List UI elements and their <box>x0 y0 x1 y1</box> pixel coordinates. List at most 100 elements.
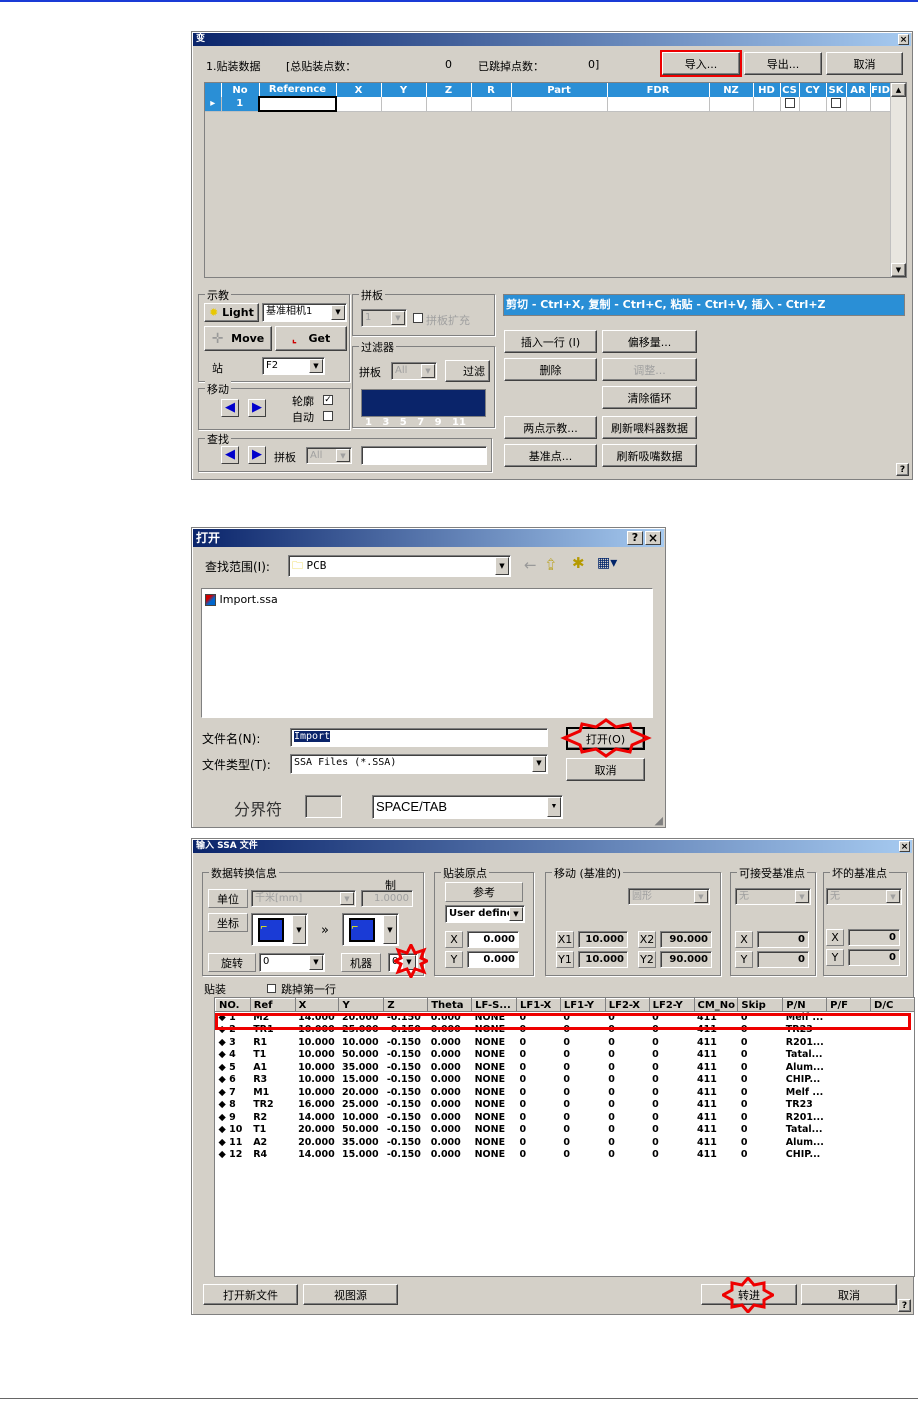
column-header[interactable]: HD <box>753 83 781 97</box>
column-header[interactable]: Y <box>381 83 427 97</box>
column-header[interactable]: No <box>221 83 260 97</box>
help-button[interactable]: ? <box>627 531 643 545</box>
column-header[interactable]: Theta <box>427 998 473 1012</box>
bad-x-input[interactable]: 0 <box>848 929 900 946</box>
view-menu-icon[interactable]: ▦▾ <box>597 555 617 571</box>
scroll-down-icon[interactable]: ▼ <box>891 263 906 277</box>
column-header[interactable]: NZ <box>709 83 754 97</box>
placement-grid[interactable]: No Reference X Y Z R Part FDR NZ HD CS CY SK AR FID ▸ … <box>204 82 907 278</box>
rotate-select[interactable]: 0 ▼ <box>259 953 325 972</box>
cell-fid[interactable] <box>870 97 892 112</box>
table-row[interactable]: ◆ 7 M1 10.000 20.000 -0.150 0.000 NONE 0 0 0 0 411 0… <box>216 1087 915 1100</box>
cell-ar[interactable] <box>846 97 871 112</box>
cell-cs[interactable] <box>780 97 800 112</box>
help-button[interactable]: ? <box>898 1299 911 1312</box>
close-button[interactable]: × <box>899 841 910 852</box>
cell-r[interactable] <box>471 97 512 112</box>
bad-y-input[interactable]: 0 <box>848 949 900 966</box>
outline-checkbox[interactable]: ✓ <box>323 395 333 405</box>
scale-input[interactable]: 1.0000 <box>361 890 413 907</box>
column-header[interactable]: FDR <box>607 83 710 97</box>
panel-select[interactable]: 1 ▼ <box>361 309 407 327</box>
refresh-nozzle-button[interactable]: 刷新吸嘴数据 <box>602 444 697 467</box>
find-next-arrow-icon[interactable]: ▶ <box>248 446 266 464</box>
cell-x[interactable] <box>336 97 382 112</box>
table-row[interactable]: ◆ 5 A1 10.000 35.000 -0.150 0.000 NONE 0 0 0 0 411 0… <box>216 1062 915 1075</box>
cell-z[interactable] <box>426 97 472 112</box>
column-header[interactable]: Reference <box>259 83 337 97</box>
unit-select[interactable]: 千米[mm] ▼ <box>251 890 356 907</box>
column-header[interactable]: LF2-X <box>604 998 650 1012</box>
fiducial-button[interactable]: 基准点... <box>504 444 597 467</box>
column-header[interactable]: Part <box>511 83 608 97</box>
help-button[interactable]: ? <box>896 463 909 476</box>
origin-x-input[interactable]: 0.000 <box>467 931 519 948</box>
sk-checkbox[interactable] <box>831 98 841 109</box>
offset-button[interactable]: 偏移量... <box>602 330 697 353</box>
table-row[interactable]: ◆ 3 R1 10.000 10.000 -0.150 0.000 NONE 0 0 0 0 411 0… <box>216 1037 915 1050</box>
acceptable-fiducial-select[interactable]: 无 ▼ <box>735 888 811 905</box>
column-header[interactable]: R <box>471 83 512 97</box>
move-button[interactable]: ✛ Move <box>204 326 272 351</box>
camera-select[interactable]: 基准相机1 ▼ <box>262 303 347 322</box>
station-select[interactable]: F2 ▼ <box>262 357 325 375</box>
filetype-select[interactable]: SSA Files (*.SSA) ▼ <box>290 754 548 774</box>
two-point-teach-button[interactable]: 两点示教... <box>504 416 597 439</box>
table-row[interactable]: ◆ 4 T1 10.000 50.000 -0.150 0.000 NONE 0 0 0 0 411 0… <box>216 1049 915 1062</box>
delete-button[interactable]: 删除 <box>504 358 597 381</box>
column-header[interactable]: LF2-Y <box>648 998 695 1012</box>
refresh-feeder-button[interactable]: 刷新喂料器数据 <box>602 416 697 439</box>
filename-input[interactable]: Import <box>290 728 548 747</box>
panel-expand-checkbox[interactable] <box>413 313 423 323</box>
delimiter-char-input[interactable] <box>305 795 342 818</box>
acceptable-y-input[interactable]: 0 <box>757 951 809 968</box>
y1-input[interactable]: 10.000 <box>578 951 628 968</box>
column-header[interactable]: Z <box>383 998 429 1012</box>
column-header[interactable]: X <box>336 83 382 97</box>
move-right-arrow-icon[interactable]: ▶ <box>248 399 266 417</box>
column-header[interactable]: P/F <box>826 998 872 1012</box>
adjust-button[interactable]: 调整... <box>602 358 697 381</box>
file-list[interactable]: Import.ssa <box>201 588 653 718</box>
auto-checkbox[interactable] <box>323 411 333 421</box>
vertical-scrollbar[interactable]: ▲ ▼ <box>890 83 906 277</box>
table-row[interactable]: ◆ 9 R2 14.000 10.000 -0.150 0.000 NONE 0 0 0 0 411 0… <box>216 1112 915 1125</box>
insert-row-button[interactable]: 插入一行 (I) <box>504 330 597 353</box>
cell-cy[interactable] <box>799 97 827 112</box>
back-arrow-icon[interactable]: ← <box>524 556 537 574</box>
open-button[interactable]: 打开(O) <box>566 727 645 750</box>
table-row[interactable]: ◆ 8 TR2 16.000 25.000 -0.150 0.000 NONE 0 0 0 0 411… <box>216 1099 915 1112</box>
cancel-button[interactable]: 取消 <box>566 758 645 781</box>
cs-checkbox[interactable] <box>784 98 795 109</box>
column-header[interactable]: NO. <box>215 998 251 1012</box>
look-in-select[interactable]: 🗀 PCB ▼ <box>288 555 511 577</box>
cell-nz[interactable] <box>709 97 754 112</box>
column-header[interactable]: D/C <box>870 998 914 1012</box>
view-source-button[interactable]: 视图源 <box>303 1284 398 1305</box>
cell-fdr[interactable] <box>607 97 710 112</box>
light-button[interactable]: ✹ Light <box>204 303 259 322</box>
x2-input[interactable]: 90.000 <box>660 931 712 948</box>
origin-y-input[interactable]: 0.000 <box>467 951 519 968</box>
origin-mode-select[interactable]: User defined ▼ <box>445 905 525 923</box>
acceptable-x-input[interactable]: 0 <box>757 931 809 948</box>
cell-sk[interactable] <box>826 97 847 112</box>
close-button[interactable]: × <box>645 531 661 545</box>
close-button[interactable]: × <box>898 34 909 45</box>
target-coord-select[interactable]: ⌐ ▼ <box>342 913 399 946</box>
column-header[interactable]: P/N <box>782 998 828 1012</box>
import-button[interactable]: 导入... <box>660 50 742 77</box>
skip-first-row-checkbox[interactable] <box>267 984 276 993</box>
convert-button[interactable]: 转进 <box>701 1284 797 1305</box>
ssa-data-grid[interactable]: NO. Ref X Y Z Theta LF-S... LF1-X LF1-Y LF2-X LF2-… <box>214 997 915 1277</box>
column-header[interactable]: Ref <box>249 998 296 1012</box>
column-header[interactable]: LF-S... <box>471 998 517 1012</box>
column-header[interactable]: X <box>294 998 340 1012</box>
column-header[interactable]: LF1-X <box>515 998 561 1012</box>
table-row[interactable]: ◆ 12 R4 14.000 15.000 -0.150 0.000 NONE 0 0 0 0 411… <box>216 1149 915 1162</box>
panel-number-list[interactable]: 1 3 5 7 9 11 2 4 6 8 10 12 <box>361 389 486 467</box>
cancel-button[interactable]: 取消 <box>826 52 903 75</box>
y2-input[interactable]: 90.000 <box>660 951 712 968</box>
move-left-arrow-icon[interactable]: ◀ <box>221 399 239 417</box>
scroll-up-icon[interactable]: ▲ <box>891 83 906 97</box>
